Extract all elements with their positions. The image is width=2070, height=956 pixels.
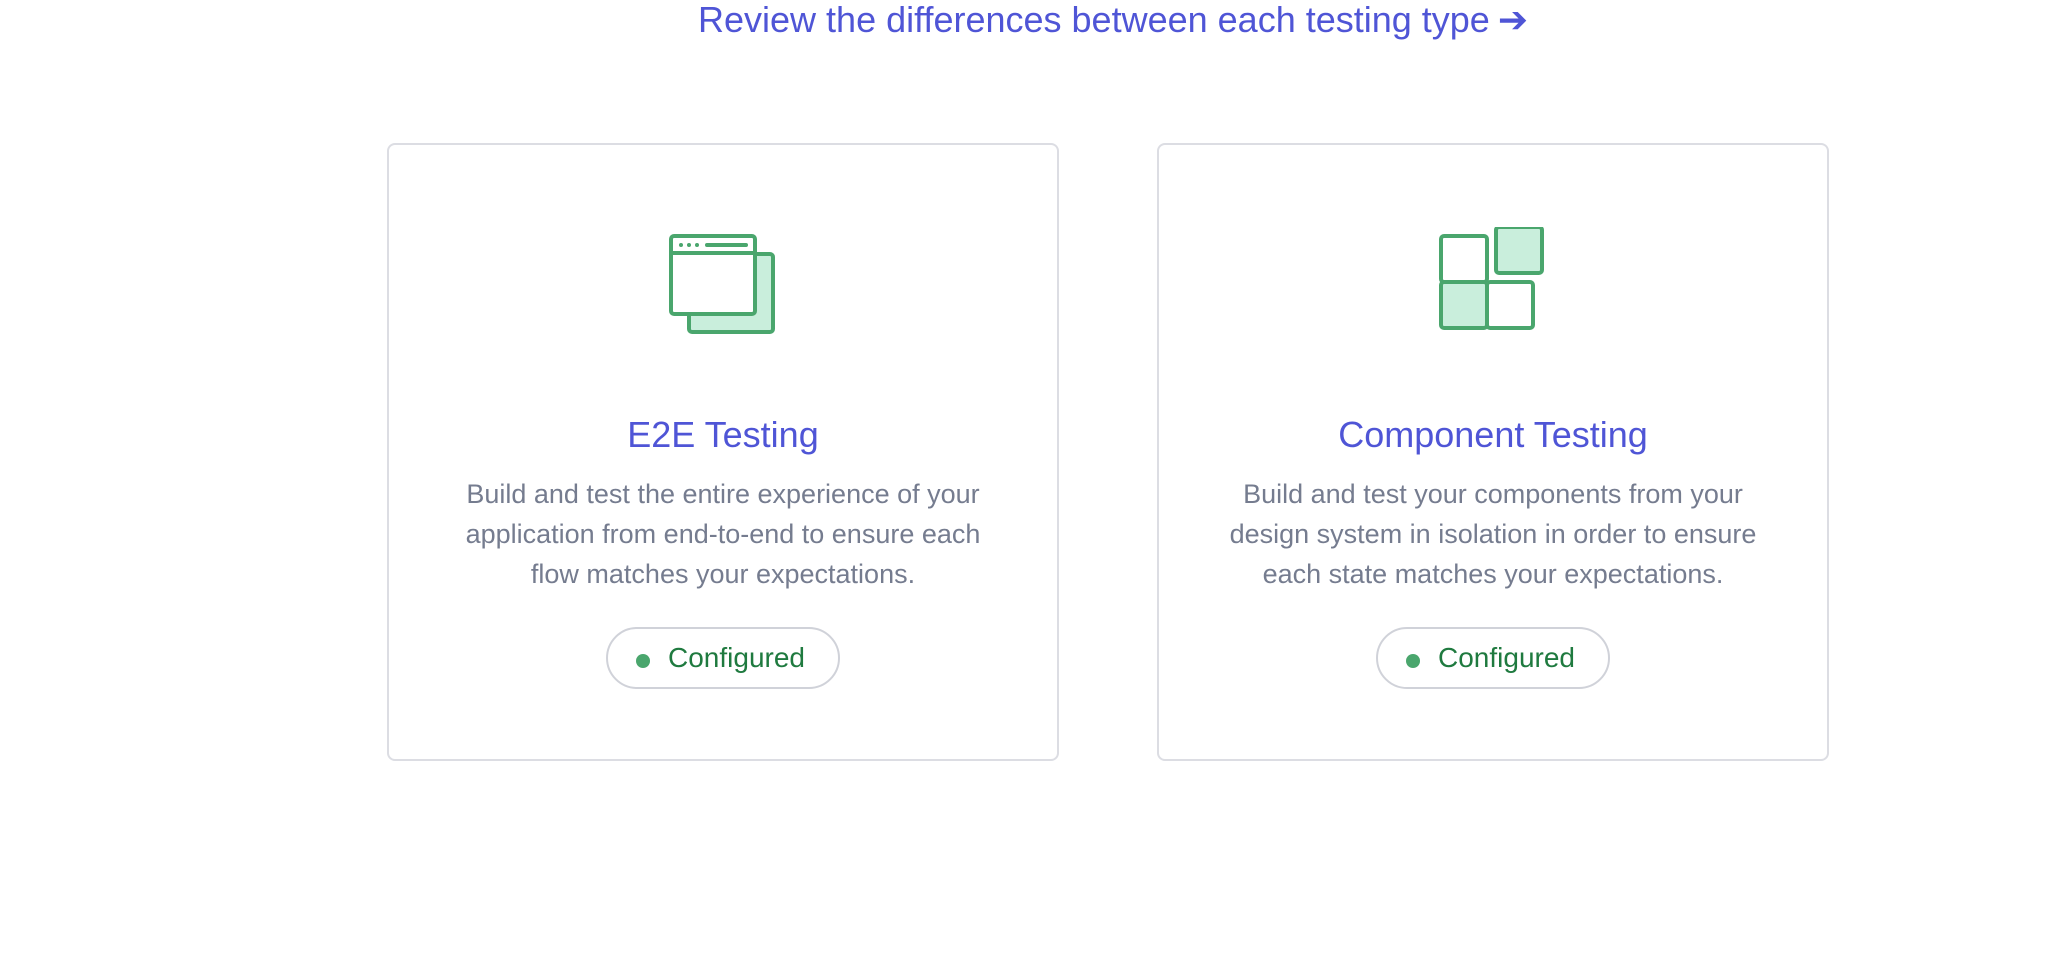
status-dot-icon bbox=[1406, 654, 1421, 668]
card-description: Build and test the entire experience of … bbox=[465, 479, 981, 589]
card-title: Component Testing bbox=[1338, 414, 1648, 455]
status-badge: Configured bbox=[606, 627, 840, 689]
e2e-testing-card[interactable]: E2E Testing Build and test the entire ex… bbox=[387, 143, 1059, 761]
review-testing-types-link[interactable]: Review the differences between each test… bbox=[0, 0, 2070, 42]
review-link-label: Review the differences between each test… bbox=[698, 0, 1490, 40]
arrow-right-icon: ➔ bbox=[1497, 0, 1528, 40]
browser-windows-icon bbox=[668, 227, 778, 337]
status-label: Configured bbox=[668, 642, 805, 673]
page: Review the differences between each test… bbox=[0, 0, 2070, 956]
component-testing-card[interactable]: Component Testing Build and test your co… bbox=[1157, 143, 1829, 761]
component-blocks-icon bbox=[1438, 225, 1548, 337]
status-label: Configured bbox=[1438, 642, 1575, 673]
card-title: E2E Testing bbox=[627, 414, 819, 455]
status-dot-icon bbox=[636, 654, 651, 668]
status-badge: Configured bbox=[1376, 627, 1610, 689]
card-description: Build and test your components from your… bbox=[1229, 479, 1757, 589]
